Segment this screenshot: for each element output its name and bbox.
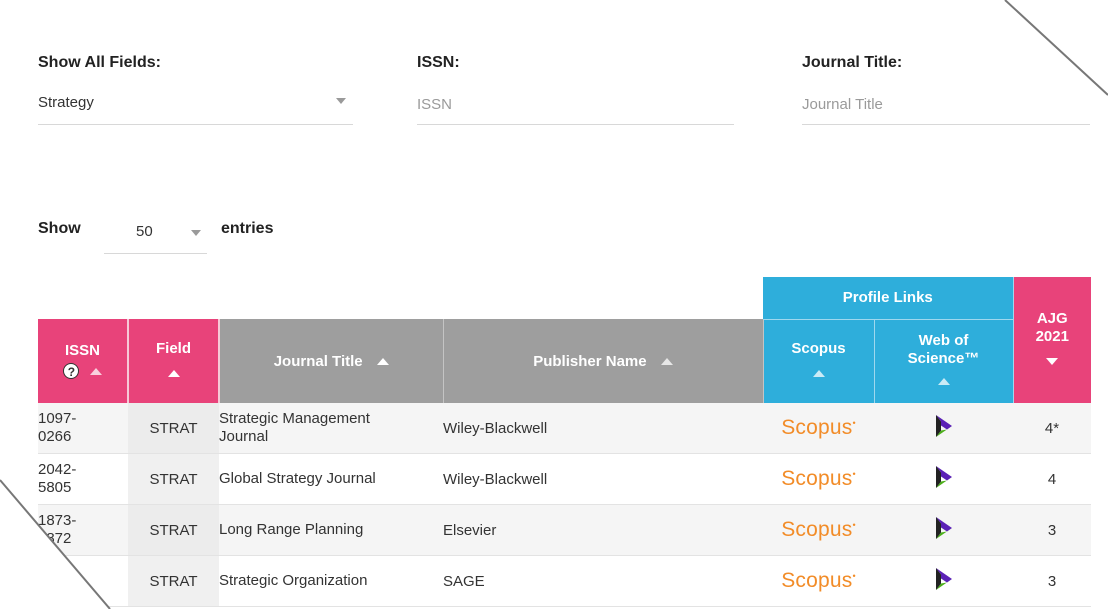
publisher-cell: Wiley-Blackwell	[443, 453, 763, 505]
journal-title-cell: Strategic Organization	[219, 555, 443, 607]
scopus-logo-text: Scopus	[781, 518, 853, 541]
question-circle-icon[interactable]: ?	[63, 362, 80, 379]
scopus-logo-text: Scopus	[781, 416, 853, 439]
ajg-label-line2: 2021	[1035, 328, 1069, 345]
caret-down-icon	[336, 98, 346, 104]
scopus-logo-text: Scopus	[781, 569, 853, 592]
publisher-cell: SAGE	[443, 555, 763, 607]
field-filter-label: Show All Fields:	[38, 54, 161, 71]
issn-header-label: ISSN	[64, 341, 100, 359]
issn-cell: 2042- 5805	[38, 453, 128, 505]
column-header-publisher[interactable]: Publisher Name	[443, 319, 764, 403]
scopus-logo: Scopus•	[781, 467, 856, 490]
column-header-ajg[interactable]: AJG 2021	[1013, 277, 1091, 403]
publisher-header-label: Publisher Name	[533, 352, 647, 370]
issn-part-1: 2042-	[38, 461, 77, 478]
sort-asc-icon	[167, 370, 180, 377]
clarivate-logo-icon	[935, 517, 952, 539]
issn-cell: 1097- 0266	[38, 403, 128, 454]
journal-title-line1: Global Strategy Journal	[219, 470, 376, 487]
entries-select-value: 50	[136, 223, 153, 240]
table-row: 1873- 1872 STRAT Long Range Planning Els…	[38, 504, 1091, 556]
issn-input[interactable]	[417, 86, 734, 122]
issn-filter-label: ISSN:	[417, 54, 460, 71]
journal-title-line1: Strategic Organization	[219, 572, 368, 589]
journal-title-filter-field	[802, 86, 1090, 125]
issn-part-1: 1097-	[38, 410, 77, 427]
table-row: 2042- 5805 STRAT Global Strategy Journal…	[38, 453, 1091, 505]
web-of-science-link[interactable]	[874, 453, 1013, 505]
field-header-label: Field	[155, 340, 191, 357]
journal-title-line1: Long Range Planning	[219, 521, 364, 538]
field-select[interactable]: Strategy	[38, 86, 353, 125]
issn-filter-field	[417, 86, 734, 125]
column-header-web-of-science[interactable]: Web of Science™	[874, 319, 1014, 403]
scopus-header-label: Scopus	[791, 340, 846, 358]
issn-part-1: 1873-	[38, 512, 77, 529]
wos-header-label-line2: Science™	[907, 350, 980, 368]
issn-cell: 1873- 1872	[38, 504, 128, 556]
show-label: Show	[38, 220, 81, 237]
journal-title-filter-label: Journal Title:	[802, 54, 903, 71]
journal-title-line1: Strategic Management	[219, 410, 370, 427]
field-cell: STRAT	[128, 453, 219, 505]
sort-asc-icon	[937, 378, 950, 386]
column-header-issn[interactable]: ISSN ?	[38, 319, 129, 403]
wos-header-label-line1: Web of	[918, 332, 969, 350]
journals-table: Profile Links AJG 2021 ISSN ? Field Jour…	[38, 277, 1091, 607]
field-select-value: Strategy	[38, 94, 94, 111]
journal-title-cell: Long Range Planning	[219, 504, 443, 556]
sort-asc-icon	[660, 358, 673, 366]
entries-label: entries	[221, 220, 274, 237]
profile-links-group-header: Profile Links	[763, 277, 1014, 320]
sort-desc-icon	[1046, 358, 1059, 365]
column-header-journal-title[interactable]: Journal Title	[219, 319, 444, 403]
ajg-rating-cell: 3	[1013, 504, 1091, 556]
page-card: Show All Fields: Strategy ISSN: Journal …	[0, 0, 1108, 609]
publisher-cell: Elsevier	[443, 504, 763, 556]
scopus-logo: Scopus•	[781, 416, 856, 439]
ajg-rating-cell: 4	[1013, 453, 1091, 505]
journal-title-header-label: Journal Title	[273, 352, 363, 370]
field-cell: STRAT	[128, 504, 219, 556]
clarivate-logo-icon	[935, 568, 952, 590]
scopus-link[interactable]: Scopus•	[763, 555, 874, 607]
scopus-logo: Scopus•	[781, 518, 856, 541]
caret-down-icon	[191, 230, 201, 236]
sort-asc-icon	[89, 368, 102, 376]
web-of-science-link[interactable]	[874, 555, 1013, 607]
entries-select[interactable]: 50	[104, 213, 207, 254]
sort-asc-icon	[376, 358, 389, 366]
journal-title-cell: Global Strategy Journal	[219, 453, 443, 505]
table-row: 1097- 0266 STRAT Strategic Management Jo…	[38, 403, 1091, 454]
ajg-rating-cell: 3	[1013, 555, 1091, 607]
journal-title-line2: Journal	[219, 428, 269, 445]
scopus-link[interactable]: Scopus•	[763, 453, 874, 505]
issn-part-2: 0266	[38, 428, 72, 445]
ajg-rating-cell: 4*	[1013, 403, 1091, 454]
clarivate-logo-icon	[935, 415, 952, 437]
scopus-logo: Scopus•	[781, 569, 856, 592]
journal-title-input[interactable]	[802, 86, 1090, 122]
clarivate-logo-icon	[935, 466, 952, 488]
scopus-link[interactable]: Scopus•	[763, 504, 874, 556]
issn-part-2: 5805	[38, 479, 72, 496]
web-of-science-link[interactable]	[874, 504, 1013, 556]
issn-cell	[38, 555, 128, 607]
ajg-label-line1: AJG	[1036, 310, 1068, 327]
header-spacer	[38, 277, 763, 319]
field-cell: STRAT	[128, 555, 219, 607]
publisher-cell: Wiley-Blackwell	[443, 403, 763, 454]
column-header-scopus[interactable]: Scopus	[763, 319, 875, 403]
scopus-logo-text: Scopus	[781, 467, 853, 490]
sort-asc-icon	[812, 370, 825, 378]
table-row: STRAT Strategic Organization SAGE Scopus…	[38, 555, 1091, 607]
field-cell: STRAT	[128, 403, 219, 454]
journal-title-cell: Strategic Management Journal	[219, 403, 443, 454]
issn-part-2: 1872	[38, 530, 72, 547]
column-header-field[interactable]: Field	[128, 319, 220, 403]
scopus-link[interactable]: Scopus•	[763, 403, 874, 454]
web-of-science-link[interactable]	[874, 403, 1013, 454]
